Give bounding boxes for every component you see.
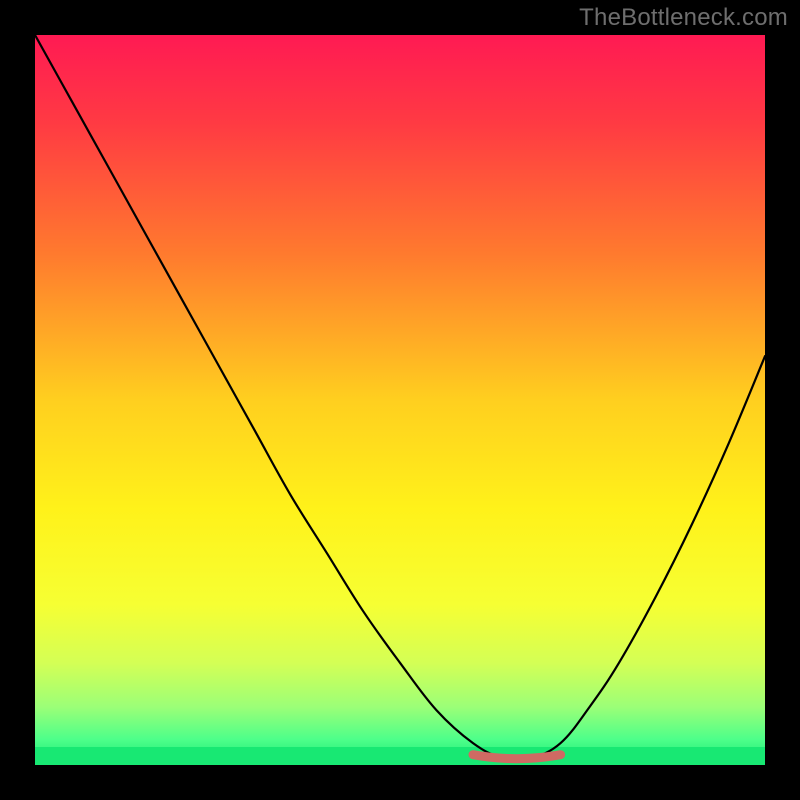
- highlight-dot: [485, 754, 491, 760]
- highlight-dot: [518, 756, 524, 762]
- gradient-background: [35, 35, 765, 765]
- highlight-dot: [496, 755, 502, 761]
- highlight-dot: [474, 753, 480, 759]
- highlight-dot: [556, 753, 562, 759]
- bottom-band: [35, 747, 765, 765]
- highlight-dot: [540, 755, 546, 761]
- chart-frame: TheBottleneck.com: [0, 0, 800, 800]
- watermark-text: TheBottleneck.com: [579, 4, 788, 32]
- plot-area: [35, 35, 765, 765]
- chart-svg: [35, 35, 765, 765]
- highlight-dot: [551, 754, 557, 760]
- highlight-dot: [507, 756, 513, 762]
- highlight-dot: [529, 755, 535, 761]
